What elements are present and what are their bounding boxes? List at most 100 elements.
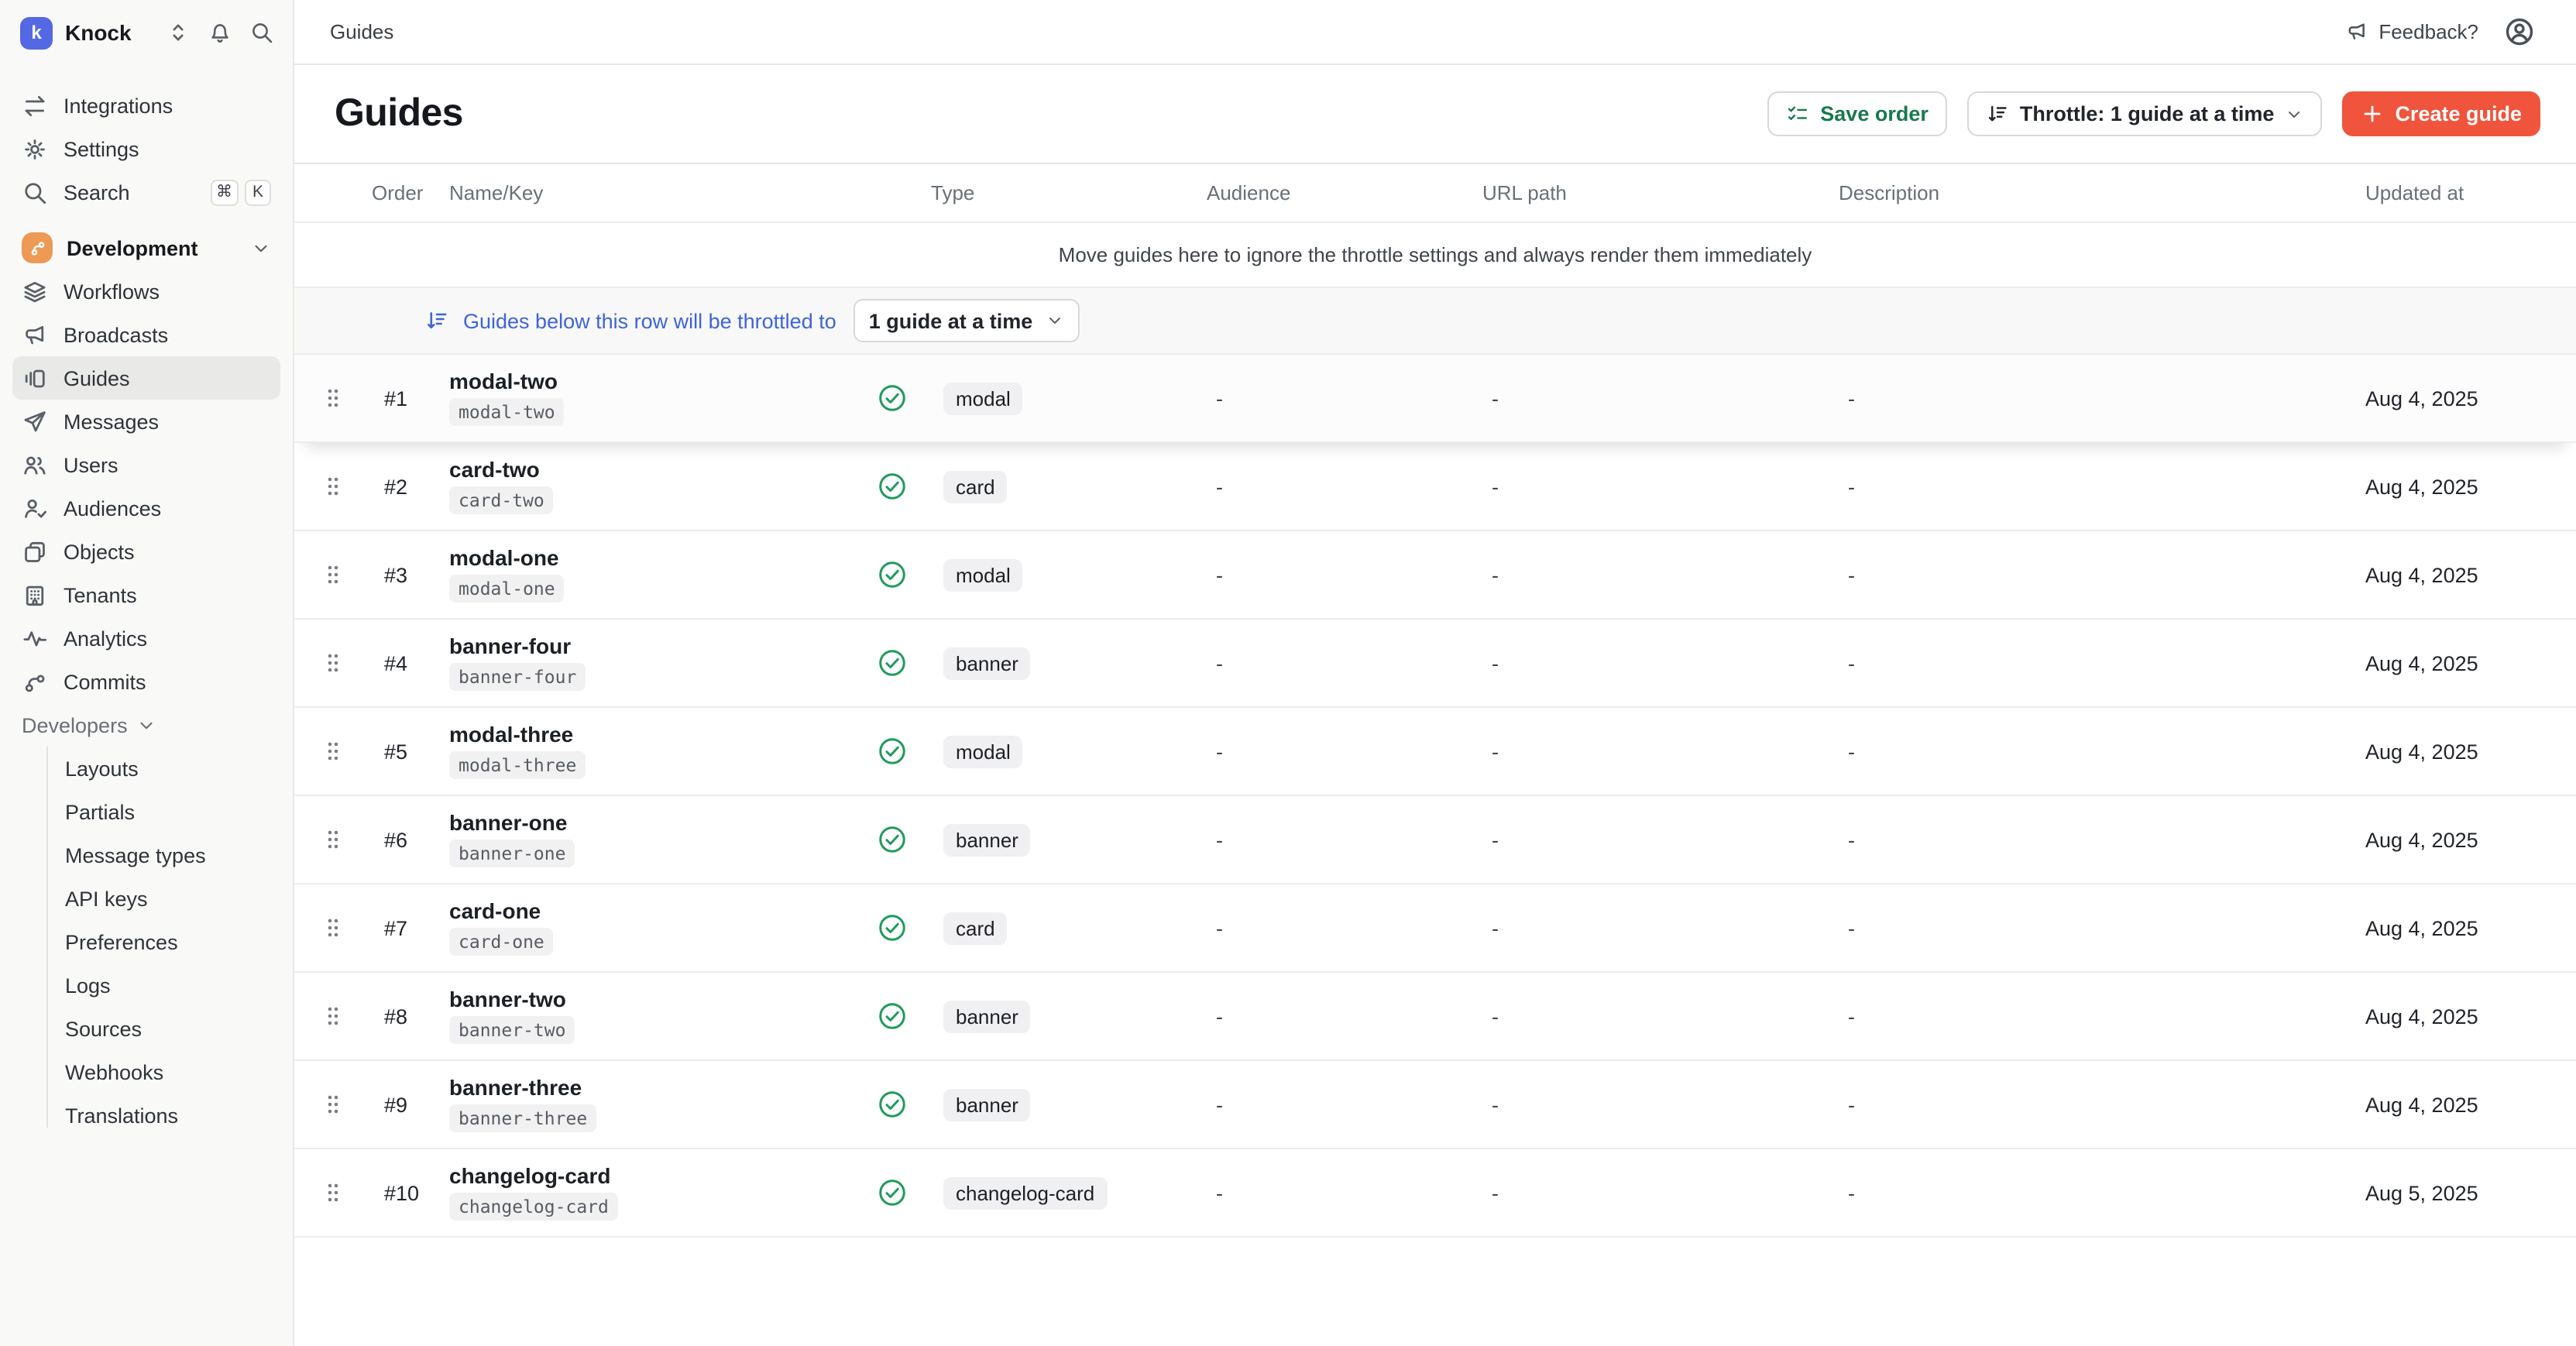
- description-value: -: [1839, 1004, 2365, 1028]
- developers-section-toggle[interactable]: Developers: [12, 703, 280, 747]
- table-row[interactable]: #9banner-threebanner-threebanner---Aug 4…: [294, 1061, 2576, 1149]
- description-value: -: [1839, 828, 2365, 851]
- paper-plane-icon: [22, 408, 48, 434]
- sidebar-item-broadcasts[interactable]: Broadcasts: [12, 313, 280, 356]
- sidebar-item-sources[interactable]: Sources: [12, 1007, 280, 1050]
- sidebar-item-translations[interactable]: Translations: [12, 1094, 280, 1137]
- drag-handle-icon: [324, 562, 342, 587]
- table-row[interactable]: #4banner-fourbanner-fourbanner---Aug 4, …: [294, 620, 2576, 708]
- checklist-icon: [1786, 102, 1809, 125]
- description-value: -: [1839, 1093, 2365, 1116]
- guide-key-badge: changelog-card: [449, 1193, 618, 1221]
- sidebar-item-objects[interactable]: Objects: [12, 530, 280, 573]
- sidebar-item-commits[interactable]: Commits: [12, 660, 280, 703]
- breadcrumb: Guides: [330, 20, 393, 43]
- save-order-button[interactable]: Save order: [1767, 91, 1947, 136]
- page-title: Guides: [335, 91, 463, 136]
- throttle-setting-button[interactable]: Throttle: 1 guide at a time: [1967, 91, 2323, 136]
- search-icon[interactable]: [249, 20, 274, 45]
- notifications-bell-icon[interactable]: [208, 20, 232, 45]
- sidebar-item-webhooks[interactable]: Webhooks: [12, 1050, 280, 1094]
- sidebar-item-message-types[interactable]: Message types: [12, 833, 280, 877]
- drag-handle[interactable]: [294, 915, 372, 940]
- activity-icon: [22, 625, 48, 651]
- guide-key-badge: modal-one: [449, 575, 565, 603]
- throttle-count-select[interactable]: 1 guide at a time: [854, 299, 1080, 342]
- drag-handle[interactable]: [294, 1004, 372, 1028]
- guide-type-badge: banner: [943, 823, 1031, 856]
- column-header-order: Order: [372, 181, 449, 204]
- user-avatar-icon[interactable]: [2503, 15, 2536, 48]
- check-circle-icon: [877, 1001, 908, 1032]
- create-guide-button[interactable]: Create guide: [2342, 91, 2540, 136]
- swap-arrows-icon: [22, 92, 48, 118]
- updated-at-value: Aug 4, 2025: [2365, 651, 2576, 675]
- sidebar-item-preferences[interactable]: Preferences: [12, 920, 280, 963]
- guide-key-badge: card-two: [449, 486, 554, 514]
- drag-handle-icon: [324, 915, 342, 940]
- sort-descending-icon: [424, 308, 449, 333]
- sidebar-item-users[interactable]: Users: [12, 443, 280, 486]
- updated-at-value: Aug 4, 2025: [2365, 386, 2576, 410]
- sidebar-item-label: Preferences: [65, 930, 178, 953]
- workspace-selector-icon[interactable]: [166, 20, 191, 45]
- drag-handle-icon: [324, 651, 342, 675]
- table-row[interactable]: #2card-twocard-twocard---Aug 4, 2025: [294, 443, 2576, 531]
- feedback-button[interactable]: Feedback?: [2344, 20, 2478, 43]
- sidebar-item-partials[interactable]: Partials: [12, 790, 280, 833]
- sidebar-item-logs[interactable]: Logs: [12, 963, 280, 1007]
- sidebar-item-audiences[interactable]: Audiences: [12, 486, 280, 530]
- sidebar-item-search[interactable]: Search⌘K: [12, 170, 280, 214]
- sidebar-item-messages[interactable]: Messages: [12, 400, 280, 443]
- drag-handle[interactable]: [294, 1092, 372, 1117]
- url-path-value: -: [1482, 1181, 1839, 1204]
- url-path-value: -: [1482, 916, 1839, 939]
- guide-type-badge: modal: [943, 735, 1023, 767]
- layers-icon: [22, 278, 48, 304]
- sidebar-item-workflows[interactable]: Workflows: [12, 270, 280, 313]
- topbar: Guides Feedback?: [294, 0, 2576, 65]
- sort-descending-icon: [1986, 102, 2009, 125]
- throttle-divider-link[interactable]: Guides below this row will be throttled …: [463, 309, 836, 332]
- guide-type-badge: modal: [943, 558, 1023, 591]
- sidebar-item-analytics[interactable]: Analytics: [12, 616, 280, 660]
- sidebar-item-guides[interactable]: Guides: [12, 356, 280, 400]
- table-row[interactable]: #8banner-twobanner-twobanner---Aug 4, 20…: [294, 973, 2576, 1061]
- table-row[interactable]: #6banner-onebanner-onebanner---Aug 4, 20…: [294, 796, 2576, 884]
- check-circle-icon: [877, 824, 908, 855]
- column-header-url-path: URL path: [1482, 181, 1839, 204]
- drag-handle[interactable]: [294, 1180, 372, 1205]
- table-row[interactable]: #3modal-onemodal-onemodal---Aug 4, 2025: [294, 531, 2576, 620]
- guide-type-badge: banner: [943, 1088, 1031, 1121]
- url-path-value: -: [1482, 1004, 1839, 1028]
- order-number: #6: [372, 828, 449, 851]
- audience-value: -: [1207, 563, 1482, 586]
- description-value: -: [1839, 386, 2365, 410]
- sidebar-item-label: Commits: [64, 670, 146, 693]
- drag-handle[interactable]: [294, 651, 372, 675]
- sidebar-item-api-keys[interactable]: API keys: [12, 877, 280, 920]
- drag-handle[interactable]: [294, 562, 372, 587]
- table-row[interactable]: #7card-onecard-onecard---Aug 4, 2025: [294, 884, 2576, 973]
- drag-handle[interactable]: [294, 386, 372, 410]
- description-value: -: [1839, 563, 2365, 586]
- drag-handle[interactable]: [294, 827, 372, 852]
- table-row[interactable]: #5modal-threemodal-threemodal---Aug 4, 2…: [294, 708, 2576, 796]
- updated-at-value: Aug 4, 2025: [2365, 828, 2576, 851]
- sidebar-item-layouts[interactable]: Layouts: [12, 747, 280, 790]
- column-header-audience: Audience: [1207, 181, 1482, 204]
- workspace-switcher[interactable]: k Knock: [0, 0, 293, 65]
- environment-switcher[interactable]: Development: [12, 226, 280, 270]
- sidebar-item-settings[interactable]: Settings: [12, 127, 280, 170]
- guide-key-badge: modal-two: [449, 398, 565, 426]
- guide-name: modal-three: [449, 723, 871, 747]
- sidebar-item-tenants[interactable]: Tenants: [12, 573, 280, 616]
- commit-branch-icon: [22, 668, 48, 695]
- table-row[interactable]: #10changelog-cardchangelog-cardchangelog…: [294, 1149, 2576, 1238]
- sidebar-item-integrations[interactable]: Integrations: [12, 84, 280, 127]
- unthrottled-dropzone[interactable]: Move guides here to ignore the throttle …: [294, 223, 2576, 288]
- drag-handle[interactable]: [294, 474, 372, 499]
- drag-handle[interactable]: [294, 739, 372, 764]
- table-row[interactable]: #1modal-twomodal-twomodal---Aug 4, 2025: [294, 355, 2576, 443]
- chevron-down-icon: [2285, 105, 2303, 123]
